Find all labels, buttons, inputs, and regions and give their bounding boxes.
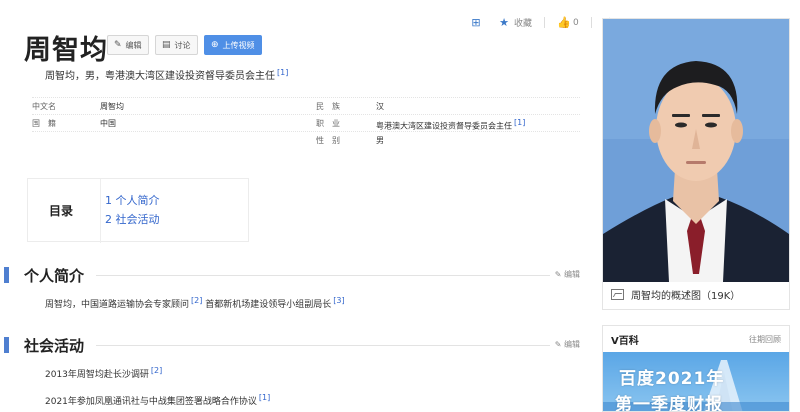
pencil-icon: ✎ bbox=[554, 270, 562, 279]
infobox-label: 国 籍 bbox=[32, 119, 56, 128]
summary-photo-card[interactable]: 周智均的概述图（19K） bbox=[602, 18, 790, 310]
citation-link[interactable]: [1] bbox=[277, 68, 288, 77]
citation-link[interactable]: [3] bbox=[333, 296, 344, 305]
section-header-intro: 个人简介 ✎ 编辑 bbox=[4, 265, 580, 285]
paragraph-text: 周智均，中国道路运输协会专家顾问 bbox=[45, 300, 190, 310]
plus-circle-icon: ⊕ bbox=[211, 40, 219, 50]
infobox-label: 中文名 bbox=[32, 102, 56, 111]
section-edit-label: 编辑 bbox=[564, 270, 580, 279]
v-baike-title: V百科 bbox=[611, 336, 639, 347]
occupation-text: 粤港澳大湾区建设投资督导委员会主任 bbox=[376, 121, 512, 131]
table-of-contents: 目录 1 个人简介 2 社会活动 bbox=[27, 178, 249, 243]
favorite-button[interactable]: ★ 收藏 bbox=[498, 16, 532, 29]
infobox-value: 汉 bbox=[376, 102, 384, 111]
banner-headline: 百度2021年 bbox=[619, 369, 725, 389]
image-icon bbox=[611, 289, 624, 300]
add-to-list-button[interactable]: ⊞ bbox=[470, 15, 486, 29]
summary: 周智均，男，粤港澳大湾区建设投资督导委员会主任 [1] bbox=[45, 67, 288, 82]
section-title: 个人简介 bbox=[24, 267, 85, 285]
paragraph-text: 2013年周智均赴长沙调研 bbox=[45, 370, 149, 380]
discuss-button[interactable]: ▤ 讨论 bbox=[155, 35, 198, 55]
portrait-photo[interactable] bbox=[603, 19, 789, 282]
divider bbox=[544, 17, 546, 28]
section-edit-label: 编辑 bbox=[564, 340, 580, 349]
summary-text: 周智均，男，粤港澳大湾区建设投资督导委员会主任 bbox=[45, 71, 275, 82]
divider bbox=[96, 345, 550, 346]
v-baike-banner[interactable]: 百度2021年 第一季度财报 bbox=[603, 352, 789, 412]
section-header-activities: 社会活动 ✎ 编辑 bbox=[4, 335, 580, 355]
section-title: 社会活动 bbox=[24, 337, 85, 355]
toc-title: 目录 bbox=[49, 204, 74, 218]
page-title: 周智均 bbox=[24, 35, 108, 66]
paragraph: 2021年参加凤凰通讯社与中战集团签署战略合作协议 [1] bbox=[45, 393, 270, 407]
infobox-label: 性 别 bbox=[316, 136, 340, 145]
favorite-label: 收藏 bbox=[514, 19, 533, 29]
photo-caption-text: 周智均的概述图（19K） bbox=[631, 291, 741, 302]
section-edit-button[interactable]: ✎ 编辑 bbox=[555, 339, 580, 350]
pencil-icon: ✎ bbox=[114, 40, 122, 50]
discuss-button-label: 讨论 bbox=[174, 40, 191, 50]
banner-subheadline: 第一季度财报 bbox=[615, 395, 723, 412]
citation-link[interactable]: [2] bbox=[191, 296, 202, 305]
infobox-value: 粤港澳大湾区建设投资督导委员会主任 [1] bbox=[376, 118, 525, 132]
infobox-value: 周智均 bbox=[100, 102, 124, 111]
citation-link[interactable]: [1] bbox=[259, 393, 270, 402]
section-marker bbox=[4, 337, 9, 353]
like-count: 0 bbox=[573, 17, 579, 28]
infobox-row: 中文名 周智均 民 族 汉 bbox=[32, 97, 580, 114]
infobox-row: 国 籍 中国 职 业 粤港澳大湾区建设投资督导委员会主任 [1] bbox=[32, 114, 580, 131]
plus-square-icon: ⊞ bbox=[471, 15, 481, 29]
edit-button-label: 编辑 bbox=[125, 40, 142, 50]
chat-icon: ▤ bbox=[162, 40, 171, 50]
like-button[interactable]: 👍 0 bbox=[557, 15, 579, 29]
paragraph-text: 首都新机场建设领导小组副局长 bbox=[205, 300, 332, 310]
toc-item-intro[interactable]: 1 个人简介 bbox=[105, 192, 160, 208]
thumbs-up-icon: 👍 bbox=[557, 15, 571, 29]
citation-link[interactable]: [2] bbox=[151, 366, 162, 375]
paragraph: 2013年周智均赴长沙调研 [2] bbox=[45, 366, 162, 380]
section-edit-button[interactable]: ✎ 编辑 bbox=[555, 269, 580, 280]
infobox-row: 性 别 男 bbox=[32, 131, 580, 148]
upload-button-label: 上传视频 bbox=[222, 40, 255, 50]
infobox-label: 职 业 bbox=[316, 119, 340, 128]
toc-item-activities[interactable]: 2 社会活动 bbox=[105, 211, 160, 227]
infobox-value: 男 bbox=[376, 136, 384, 145]
divider bbox=[96, 275, 550, 276]
past-issues-link[interactable]: 往期回顾 bbox=[749, 334, 781, 345]
divider bbox=[100, 179, 101, 243]
paragraph: 周智均，中国道路运输协会专家顾问 [2] 首都新机场建设领导小组副局长 [3] bbox=[45, 296, 345, 310]
pencil-icon: ✎ bbox=[554, 340, 562, 349]
v-baike-widget: V百科 往期回顾 百度2021年 第一季度财报 bbox=[602, 325, 790, 412]
star-icon: ★ bbox=[499, 15, 509, 29]
edit-button[interactable]: ✎ 编辑 bbox=[107, 35, 149, 55]
divider bbox=[590, 17, 592, 28]
infobox-label: 民 族 bbox=[316, 102, 340, 111]
portrait-image bbox=[603, 19, 789, 282]
section-marker bbox=[4, 267, 9, 283]
photo-caption[interactable]: 周智均的概述图（19K） bbox=[611, 287, 740, 302]
upload-video-button[interactable]: ⊕ 上传视频 bbox=[204, 35, 262, 55]
citation-link[interactable]: [1] bbox=[514, 118, 525, 127]
infobox-value: 中国 bbox=[100, 119, 116, 128]
paragraph-text: 2021年参加凤凰通讯社与中战集团签署战略合作协议 bbox=[45, 397, 257, 407]
